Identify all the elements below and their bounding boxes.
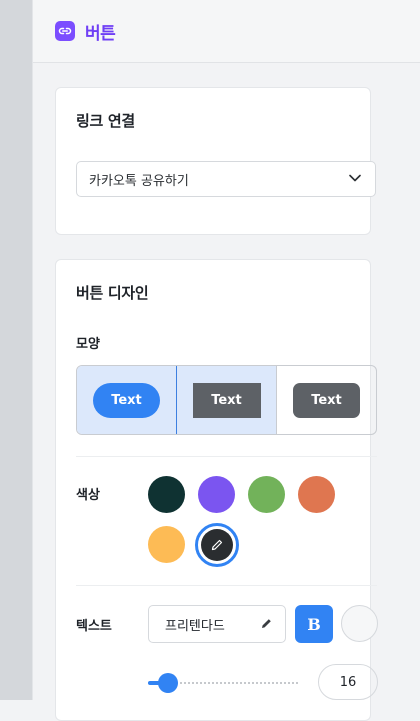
text-color-button[interactable] <box>341 605 378 642</box>
link-type-select[interactable]: 카카오톡 공유하기 <box>76 161 376 197</box>
pencil-icon <box>262 619 271 628</box>
color-swatch[interactable] <box>198 476 235 513</box>
section-divider <box>76 585 377 586</box>
shape-preview-rounded: Text <box>293 382 360 418</box>
font-value: 프리텐다드 <box>165 618 225 634</box>
shape-preview-pill: Text <box>93 382 160 418</box>
shape-option-rounded[interactable]: Text <box>277 366 376 434</box>
font-size-slider-thumb[interactable] <box>157 673 178 693</box>
link-icon <box>55 21 75 41</box>
custom-color-picker[interactable] <box>195 523 239 567</box>
text-label: 텍스트 <box>76 619 112 634</box>
section-divider <box>76 456 377 457</box>
shape-preview-square: Text <box>192 382 261 418</box>
font-size-value: 16 <box>339 674 357 690</box>
link-type-value: 카카오톡 공유하기 <box>89 173 189 189</box>
color-label: 색상 <box>76 488 100 503</box>
color-swatch[interactable] <box>148 476 185 513</box>
panel-header: 버튼 <box>33 0 420 63</box>
link-section-title: 링크 연결 <box>76 112 135 130</box>
button-settings-panel: 버튼 링크 연결 카카오톡 공유하기 버튼 디자인 모양 Text Text T… <box>32 0 420 721</box>
design-card: 버튼 디자인 모양 Text Text Text 색상 텍스트 프리텐다드 B … <box>55 259 378 721</box>
shape-option-pill[interactable]: Text <box>77 366 176 434</box>
eyedropper-icon <box>201 529 233 561</box>
shape-label: 모양 <box>76 337 100 352</box>
color-swatch[interactable] <box>248 476 285 513</box>
shape-options: Text Text Text <box>76 365 377 435</box>
font-select[interactable]: 프리텐다드 <box>148 605 286 643</box>
color-swatch[interactable] <box>148 526 185 563</box>
bold-toggle-button[interactable]: B <box>295 605 333 643</box>
design-section-title: 버튼 디자인 <box>76 284 149 302</box>
font-size-input[interactable]: 16 <box>318 664 378 700</box>
link-card: 링크 연결 카카오톡 공유하기 <box>55 87 376 235</box>
shape-option-square[interactable]: Text <box>177 366 276 434</box>
left-rail <box>0 0 32 700</box>
chevron-down-icon <box>349 174 361 182</box>
panel-title: 버튼 <box>85 23 116 44</box>
color-swatch[interactable] <box>298 476 335 513</box>
